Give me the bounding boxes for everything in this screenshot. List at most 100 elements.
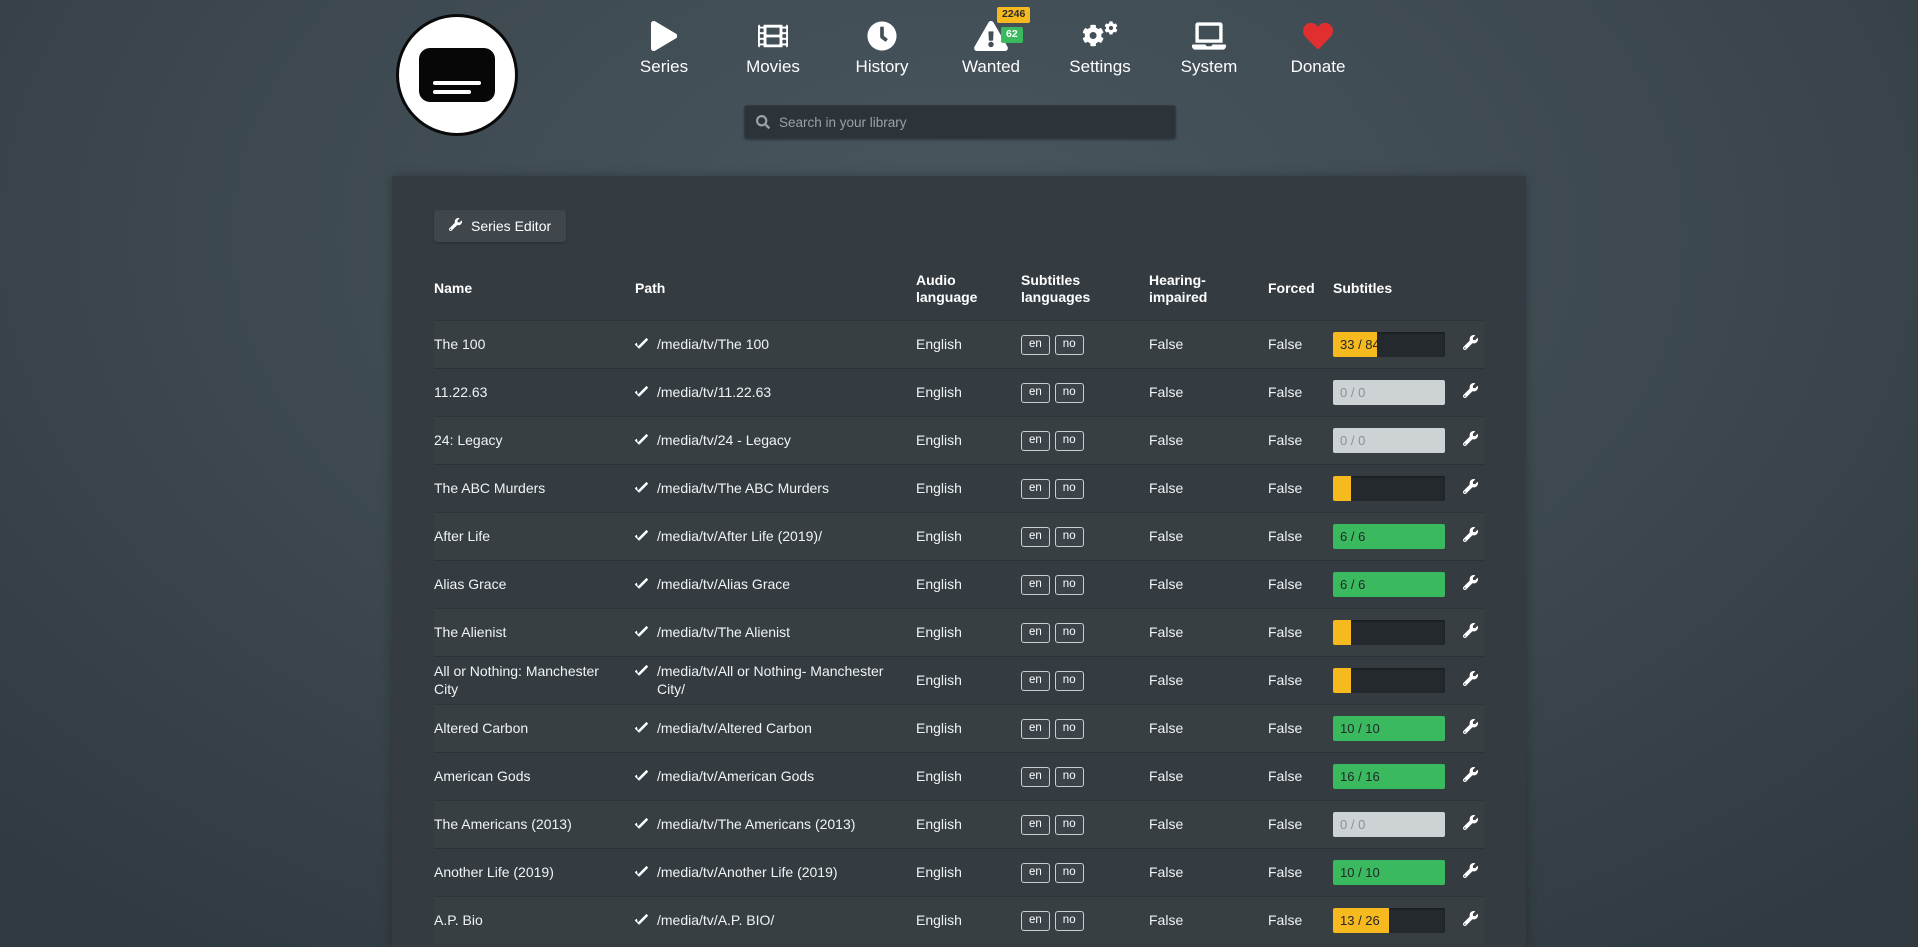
film-icon [756, 20, 790, 52]
search-input[interactable] [779, 115, 1164, 130]
edit-series-button[interactable] [1459, 571, 1482, 597]
series-name[interactable]: The ABC Murders [434, 479, 635, 497]
nav-item-wanted[interactable]: Wanted224662 [953, 20, 1029, 77]
edit-series-button[interactable] [1459, 331, 1482, 357]
table-row: The ABC Murders/media/tv/The ABC Murders… [434, 464, 1484, 512]
audio-language: English [916, 479, 1021, 497]
series-name[interactable]: American Gods [434, 767, 635, 785]
edit-series-button[interactable] [1459, 763, 1482, 789]
forced-value: False [1268, 863, 1333, 881]
check-icon [635, 386, 648, 399]
hearing-impaired-value: False [1149, 767, 1268, 785]
subtitles-progress-bar: 6 / 6 [1333, 524, 1445, 549]
edit-series-button[interactable] [1459, 523, 1482, 549]
nav-item-movies[interactable]: Movies [735, 20, 811, 77]
edit-series-button[interactable] [1459, 859, 1482, 885]
progress-label: 16 / 16 [1340, 764, 1380, 789]
nav-label: System [1181, 57, 1238, 77]
subtitle-languages-cell: enno [1021, 813, 1149, 835]
subtitle-language-badge: no [1055, 335, 1084, 355]
subtitle-languages-cell: enno [1021, 909, 1149, 931]
subtitles-progress-bar: 16 / 16 [1333, 764, 1445, 789]
audio-language: English [916, 767, 1021, 785]
edit-series-button[interactable] [1459, 811, 1482, 837]
laptop-icon [1192, 20, 1226, 52]
subtitle-languages-cell: enno [1021, 525, 1149, 547]
nav-label: Wanted [962, 57, 1020, 77]
nav-label: Settings [1069, 57, 1130, 77]
progress-label: 0 / 0 [1340, 428, 1365, 453]
audio-language: English [916, 527, 1021, 545]
edit-series-button[interactable] [1459, 715, 1482, 741]
series-name[interactable]: The 100 [434, 335, 635, 353]
forced-value: False [1268, 383, 1333, 401]
progress-label: 6 / 6 [1340, 524, 1365, 549]
bazarr-app: Series Movies History Wanted224662 Settings S… [0, 0, 1918, 947]
subtitles-progress-cell: 16 / 16 [1333, 764, 1454, 789]
series-name[interactable]: 11.22.63 [434, 383, 635, 401]
forced-value: False [1268, 767, 1333, 785]
app-logo[interactable] [396, 14, 518, 136]
hearing-impaired-value: False [1149, 527, 1268, 545]
series-editor-button[interactable]: Series Editor [434, 210, 566, 242]
wrench-icon [1463, 863, 1478, 881]
series-path: /media/tv/The ABC Murders [657, 479, 902, 497]
nav-item-series[interactable]: Series [626, 20, 702, 77]
series-path-cell: /media/tv/The 100 [635, 335, 916, 353]
subtitle-languages-cell: enno [1021, 669, 1149, 691]
subtitles-progress-cell: 10 / 10 [1333, 716, 1454, 741]
series-path: /media/tv/A.P. BIO/ [657, 911, 902, 929]
table-row: Another Life (2019)/media/tv/Another Lif… [434, 848, 1484, 896]
series-name[interactable]: The Alienist [434, 623, 635, 641]
series-name[interactable]: A.P. Bio [434, 911, 635, 929]
series-name[interactable]: The Americans (2013) [434, 815, 635, 833]
subtitles-progress-cell: 0 / 0 [1333, 812, 1454, 837]
subtitle-language-badge: en [1021, 527, 1050, 547]
hearing-impaired-value: False [1149, 911, 1268, 929]
nav-item-history[interactable]: History [844, 20, 920, 77]
subtitle-languages-cell: enno [1021, 381, 1149, 403]
series-name[interactable]: Altered Carbon [434, 719, 635, 737]
series-path: /media/tv/The Alienist [657, 623, 902, 641]
subtitle-language-badge: en [1021, 671, 1050, 691]
wrench-icon [449, 218, 462, 234]
series-name[interactable]: Alias Grace [434, 575, 635, 593]
wrench-icon [1463, 431, 1478, 449]
edit-series-button[interactable] [1459, 667, 1482, 693]
series-name[interactable]: Another Life (2019) [434, 863, 635, 881]
series-path-cell: /media/tv/American Gods [635, 767, 916, 785]
wrench-icon [1463, 335, 1478, 353]
nav-item-settings[interactable]: Settings [1062, 20, 1138, 77]
table-row: 11.22.63/media/tv/11.22.63EnglishennoFal… [434, 368, 1484, 416]
edit-series-button[interactable] [1459, 907, 1482, 933]
subtitle-language-badge: en [1021, 623, 1050, 643]
edit-series-button[interactable] [1459, 619, 1482, 645]
nav-item-system[interactable]: System [1171, 20, 1247, 77]
series-name[interactable]: All or Nothing: Manchester City [434, 662, 635, 698]
series-path: /media/tv/Alias Grace [657, 575, 902, 593]
edit-series-button[interactable] [1459, 475, 1482, 501]
search-bar [744, 105, 1176, 139]
hearing-impaired-value: False [1149, 719, 1268, 737]
check-icon [635, 818, 648, 831]
table-row: American Gods/media/tv/American GodsEngl… [434, 752, 1484, 800]
edit-series-button[interactable] [1459, 427, 1482, 453]
series-name[interactable]: 24: Legacy [434, 431, 635, 449]
wrench-icon [1463, 383, 1478, 401]
series-path: /media/tv/After Life (2019)/ [657, 527, 902, 545]
subtitles-progress-bar: 0 / 0 [1333, 812, 1445, 837]
column-header: Name [434, 280, 635, 297]
subtitle-languages-cell: enno [1021, 717, 1149, 739]
edit-series-button[interactable] [1459, 379, 1482, 405]
forced-value: False [1268, 623, 1333, 641]
series-name[interactable]: After Life [434, 527, 635, 545]
subtitle-language-badge: no [1055, 431, 1084, 451]
subtitle-language-badge: no [1055, 863, 1084, 883]
progress-label: 0 / 0 [1340, 812, 1365, 837]
subtitles-progress-bar [1333, 668, 1445, 693]
audio-language: English [916, 863, 1021, 881]
nav-item-donate[interactable]: Donate [1280, 20, 1356, 77]
subtitle-language-badge: en [1021, 335, 1050, 355]
hearing-impaired-value: False [1149, 623, 1268, 641]
row-actions [1454, 523, 1484, 549]
